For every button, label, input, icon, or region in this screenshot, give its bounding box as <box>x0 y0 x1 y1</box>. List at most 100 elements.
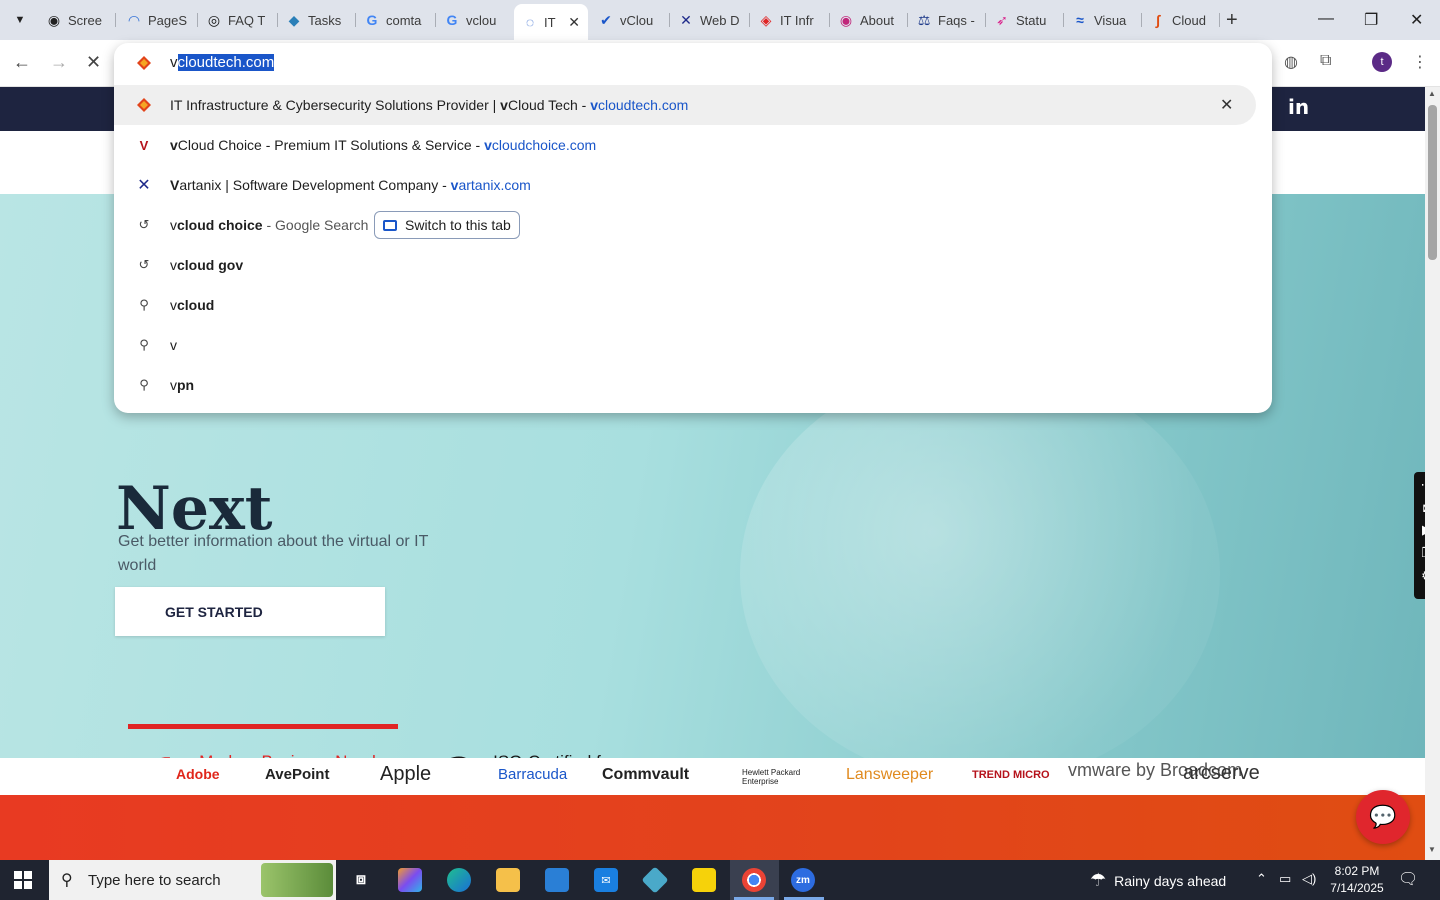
zoom-icon[interactable]: zm <box>791 868 815 892</box>
tab-11[interactable]: ⚖ Faqs - <box>908 6 986 34</box>
tab-9[interactable]: ◈ IT Infr <box>750 6 830 34</box>
tab-3[interactable]: ◆ Tasks <box>278 6 356 34</box>
notifications-icon[interactable]: 🗨 <box>1398 869 1418 889</box>
minimize-icon[interactable]: — <box>1318 10 1334 28</box>
volume-icon[interactable]: ◁) <box>1302 871 1316 887</box>
taskbar-search[interactable]: ⚲ Type here to search <box>49 860 336 900</box>
file-explorer-icon[interactable] <box>496 868 520 892</box>
new-tab-plus-icon[interactable]: + <box>1226 10 1238 30</box>
rain-umbrella-icon: ☂ <box>1090 870 1107 890</box>
vcloudchoice-favicon-icon: V <box>139 137 149 153</box>
get-started-button[interactable]: GET STARTED <box>115 587 385 636</box>
footer-band <box>0 795 1425 860</box>
suggestion-item[interactable]: ⚲ v <box>114 325 1272 365</box>
suggestion-query-completion: pn <box>177 377 195 393</box>
suggestion-title-rest: Cloud Choice - Premium IT Solutions & Se… <box>177 137 485 153</box>
edge-icon[interactable] <box>447 868 471 892</box>
tab-label: IT Infr <box>780 12 814 28</box>
tab-0[interactable]: ◉ Scree <box>38 6 116 34</box>
system-clock[interactable]: 8:02 PM 7/14/2025 <box>1322 863 1392 897</box>
feature-item-2[interactable]: 2 ISO-Certified for Exceptional Quality … <box>444 750 693 758</box>
address-input[interactable]: vcloudtech.com <box>170 54 275 71</box>
chrome-icon[interactable] <box>742 868 766 892</box>
suggestion-url-match: v <box>484 137 492 153</box>
suggestion-item[interactable]: IT Infrastructure & Cybersecurity Soluti… <box>114 85 1256 125</box>
tab-search-chevron-icon[interactable]: ▼ <box>8 8 32 32</box>
tab-7[interactable]: ✔ vClou <box>590 6 670 34</box>
tab-10[interactable]: ◉ About <box>830 6 908 34</box>
partner-logo-apple: Apple <box>380 763 432 785</box>
suggestion-item[interactable]: ↺ vcloud gov <box>114 245 1272 285</box>
task-view-icon[interactable]: ⧈ <box>349 868 373 892</box>
suggestion-url-match: v <box>590 97 598 113</box>
vcloudtech-favicon-icon <box>137 98 151 112</box>
menu-kebab-icon[interactable]: ⋮ <box>1412 52 1428 72</box>
profile-avatar[interactable]: t <box>1372 52 1392 72</box>
window-close-icon[interactable]: ✕ <box>1410 10 1423 30</box>
copilot-icon[interactable] <box>398 868 422 892</box>
feature-text: ISO-Certified for Exceptional Quality an… <box>493 750 693 758</box>
globe-image <box>740 364 1220 758</box>
partner-logo-avepoint: AvePoint <box>265 766 330 783</box>
translate-globe-icon[interactable]: ◍ <box>1284 52 1298 72</box>
suggestion-item[interactable]: ⚲ vcloud <box>114 285 1272 325</box>
tab-13[interactable]: ≈ Visua <box>1064 6 1142 34</box>
search-highlight-image <box>261 863 333 897</box>
tab-favicon-icon: ◠ <box>128 11 140 28</box>
tab-favicon-icon: ⚖ <box>917 11 931 28</box>
partner-logo-lansweeper: Lansweeper <box>846 766 934 783</box>
tab-8[interactable]: ✕ Web D <box>670 6 750 34</box>
tray-chevron-up-icon[interactable]: ⌃ <box>1256 871 1267 887</box>
tab-favicon-icon: ◉ <box>47 11 61 28</box>
search-icon: ⚲ <box>139 337 149 352</box>
suggestion-query-completion: cloud <box>177 297 215 313</box>
address-bar[interactable]: vcloudtech.com <box>114 43 1272 83</box>
remove-suggestion-close-icon[interactable]: ✕ <box>1220 95 1233 115</box>
tab-2[interactable]: ◎ FAQ T <box>198 6 278 34</box>
stop-loading-icon[interactable]: ✕ <box>86 52 101 73</box>
switch-to-tab-button[interactable]: Switch to this tab <box>374 211 520 239</box>
tab-separator <box>1219 13 1220 27</box>
feature-item-1[interactable]: 1 Modern Business Needs Future-Ready Arc… <box>150 750 399 758</box>
tab-14[interactable]: ∫ Cloud <box>1142 6 1220 34</box>
suggestion-query: v <box>170 337 177 353</box>
tab-favicon-icon: ◈ <box>760 11 772 28</box>
tab-4[interactable]: Gcomta <box>356 6 436 34</box>
suggestion-item[interactable]: ✕ Vartanix | Software Development Compan… <box>114 165 1272 205</box>
tab-favicon-icon: ◎ <box>207 11 221 28</box>
windows-start-icon[interactable] <box>14 871 32 889</box>
forward-arrow-icon[interactable]: → <box>50 52 68 73</box>
partner-logo-commvault: Commvault <box>602 766 690 783</box>
tab-5[interactable]: Gvclou <box>436 6 516 34</box>
tab-6[interactable]: ◌ IT ✕ <box>514 4 588 40</box>
suggestion-item[interactable]: ↺ vcloud choice - Google Search Switch t… <box>114 205 1272 245</box>
tab-12[interactable]: ➶ Statu <box>986 6 1064 34</box>
suggestion-item[interactable]: V vCloud Choice - Premium IT Solutions &… <box>114 125 1272 165</box>
tab-favicon-icon: ◆ <box>288 11 300 28</box>
sticky-notes-icon[interactable] <box>692 868 716 892</box>
network-icon[interactable]: ▭ <box>1279 871 1291 887</box>
suggestion-item[interactable]: ⚲ vpn <box>114 365 1272 405</box>
restore-icon[interactable]: ❐ <box>1364 10 1378 30</box>
mail-icon[interactable]: ✉ <box>594 868 618 892</box>
scroll-up-icon[interactable]: ▲ <box>1428 89 1436 98</box>
back-arrow-icon[interactable]: ← <box>13 52 31 73</box>
feature-number: 1 <box>150 750 183 758</box>
extensions-puzzle-icon[interactable]: ⧉ <box>1320 52 1331 70</box>
search-icon: ⚲ <box>139 377 149 392</box>
weather-widget[interactable]: ☂ Rainy days ahead <box>1090 870 1226 891</box>
linkedin-icon[interactable]: in <box>1288 95 1309 119</box>
scroll-down-icon[interactable]: ▼ <box>1428 845 1436 854</box>
tab-label: Tasks <box>308 12 342 28</box>
app-diamond-icon[interactable] <box>641 866 669 894</box>
tab-close-icon[interactable]: ✕ <box>568 14 580 31</box>
page-scrollbar[interactable]: ▲ ▼ <box>1425 87 1440 860</box>
scroll-thumb[interactable] <box>1428 105 1437 260</box>
partner-logo-trend-micro: TREND MICRO <box>972 769 1050 781</box>
store-icon[interactable] <box>545 868 569 892</box>
suggestion-url: artanix.com <box>458 177 531 193</box>
tab-favicon-icon: ∫ <box>1156 12 1160 28</box>
chat-bubble-icon[interactable]: 💬 <box>1356 790 1410 844</box>
tab-1[interactable]: ◠ PageS <box>118 6 198 34</box>
suggestion-query-completion: cloud gov <box>177 257 244 273</box>
